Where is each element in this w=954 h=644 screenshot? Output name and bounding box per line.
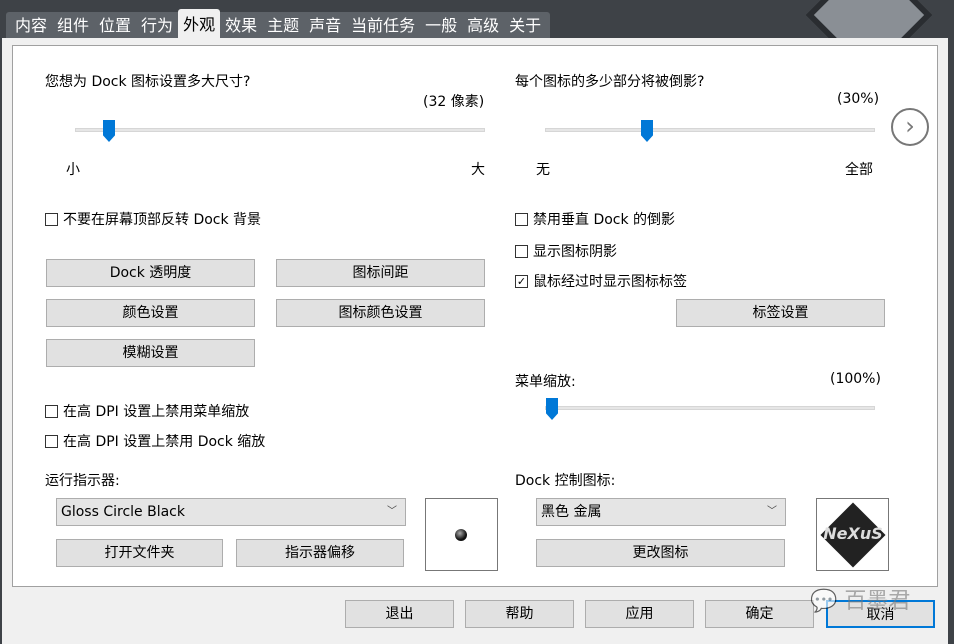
checkbox-label: 在高 DPI 设置上禁用 Dock 缩放 xyxy=(63,434,266,450)
checkbox-icon-shadow[interactable]: 显示图标阴影 xyxy=(515,241,617,261)
tab-3[interactable]: 行为 xyxy=(136,12,178,39)
icon-size-slider[interactable] xyxy=(75,128,485,132)
next-page-chevron-icon[interactable]: › xyxy=(891,108,929,146)
help-button[interactable]: 帮助 xyxy=(465,600,574,628)
tab-11[interactable]: 关于 xyxy=(504,12,546,39)
checkbox-disable-vertical-reflection[interactable]: 禁用垂直 Dock 的倒影 xyxy=(515,209,675,229)
dock-icon-selected: 黑色 金属 xyxy=(541,504,602,520)
checkmark-icon[interactable]: ✓ xyxy=(515,274,528,288)
tab-0[interactable]: 内容 xyxy=(10,12,52,39)
dock-icon-label: Dock 控制图标: xyxy=(515,473,616,489)
indicator-label: 运行指示器: xyxy=(45,473,120,489)
checkbox-dpi-dock-zoom[interactable]: 在高 DPI 设置上禁用 Dock 缩放 xyxy=(45,431,265,451)
indicator-offset-button[interactable]: 指示器偏移 xyxy=(236,539,404,567)
icon-size-value: (32 像素) xyxy=(423,94,485,110)
reflection-value: (30%) xyxy=(837,91,880,107)
indicator-selected: Gloss Circle Black xyxy=(61,504,185,520)
checkbox-label: 在高 DPI 设置上禁用菜单缩放 xyxy=(63,404,250,420)
tab-bar: 内容 组件 位置 行为 外观 效果 主题 声音 当前任务 一般 高级 关于 xyxy=(6,9,551,39)
exit-button[interactable]: 退出 xyxy=(345,600,454,628)
checkbox-box[interactable] xyxy=(45,434,58,448)
checkbox-box[interactable] xyxy=(45,404,58,418)
menu-zoom-thumb[interactable] xyxy=(546,398,558,420)
menu-zoom-label: 菜单缩放: xyxy=(515,374,576,390)
apply-button[interactable]: 应用 xyxy=(585,600,694,628)
tab-4[interactable]: 外观 xyxy=(178,9,221,39)
tab-1[interactable]: 组件 xyxy=(52,12,94,39)
tab-9[interactable]: 一般 xyxy=(420,12,462,39)
tab-10[interactable]: 高级 xyxy=(462,12,504,39)
menu-zoom-value: (100%) xyxy=(830,371,881,387)
menu-zoom-slider[interactable] xyxy=(545,406,875,410)
dock-icon-select[interactable]: 黑色 金属 ﹀ xyxy=(536,498,786,526)
reflection-label: 每个图标的多少部分将被倒影? xyxy=(515,74,705,90)
reflection-max: 全部 xyxy=(845,162,873,178)
indicator-select[interactable]: Gloss Circle Black ﹀ xyxy=(56,498,406,526)
blur-settings-button[interactable]: 模糊设置 xyxy=(46,339,255,367)
checkbox-no-flip-background[interactable]: 不要在屏幕顶部反转 Dock 背景 xyxy=(45,209,261,229)
change-icon-button[interactable]: 更改图标 xyxy=(536,539,785,567)
icon-size-min: 小 xyxy=(66,162,80,178)
icon-spacing-button[interactable]: 图标间距 xyxy=(276,259,485,287)
color-settings-button[interactable]: 颜色设置 xyxy=(46,299,255,327)
chevron-down-icon: ﹀ xyxy=(387,506,397,517)
open-folder-button[interactable]: 打开文件夹 xyxy=(56,539,223,567)
appearance-frame: 您想为 Dock 图标设置多大尺寸? (32 像素) 小 大 每个图标的多少部分… xyxy=(12,45,938,587)
reflection-min: 无 xyxy=(536,162,550,178)
checkbox-label: 显示图标阴影 xyxy=(533,244,617,260)
tab-7[interactable]: 声音 xyxy=(304,12,346,39)
wechat-icon: 💬 xyxy=(810,589,838,614)
icon-size-label: 您想为 Dock 图标设置多大尺寸? xyxy=(45,74,251,90)
watermark-text: 百墨君 xyxy=(844,589,911,614)
checkbox-label: 鼠标经过时显示图标标签 xyxy=(533,274,687,290)
label-settings-button[interactable]: 标签设置 xyxy=(676,299,885,327)
icon-color-settings-button[interactable]: 图标颜色设置 xyxy=(276,299,485,327)
dock-icon-preview: NeXuS xyxy=(816,498,889,571)
checkbox-box[interactable] xyxy=(515,212,528,226)
watermark: 💬 百墨君 xyxy=(810,583,910,615)
checkbox-box[interactable] xyxy=(515,244,528,258)
ok-button[interactable]: 确定 xyxy=(705,600,814,628)
checkbox-label: 不要在屏幕顶部反转 Dock 背景 xyxy=(63,212,262,228)
checkbox-hover-labels[interactable]: ✓ 鼠标经过时显示图标标签 xyxy=(515,271,687,291)
dock-transparency-button[interactable]: Dock 透明度 xyxy=(46,259,255,287)
tab-6[interactable]: 主题 xyxy=(262,12,304,39)
reflection-slider[interactable] xyxy=(545,128,875,132)
icon-size-max: 大 xyxy=(471,162,485,178)
checkbox-dpi-menu-zoom[interactable]: 在高 DPI 设置上禁用菜单缩放 xyxy=(45,401,249,421)
tab-5[interactable]: 效果 xyxy=(220,12,262,39)
settings-panel: 您想为 Dock 图标设置多大尺寸? (32 像素) 小 大 每个图标的多少部分… xyxy=(2,38,948,644)
checkbox-box[interactable] xyxy=(45,212,58,226)
reflection-thumb[interactable] xyxy=(641,120,653,142)
indicator-dot-icon xyxy=(455,529,467,541)
tab-8[interactable]: 当前任务 xyxy=(346,12,420,39)
checkbox-label: 禁用垂直 Dock 的倒影 xyxy=(533,212,676,228)
chevron-down-icon: ﹀ xyxy=(767,506,777,517)
tab-2[interactable]: 位置 xyxy=(94,12,136,39)
indicator-preview xyxy=(425,498,498,571)
nexus-logo-text: NeXuS xyxy=(823,524,883,543)
icon-size-thumb[interactable] xyxy=(103,120,115,142)
